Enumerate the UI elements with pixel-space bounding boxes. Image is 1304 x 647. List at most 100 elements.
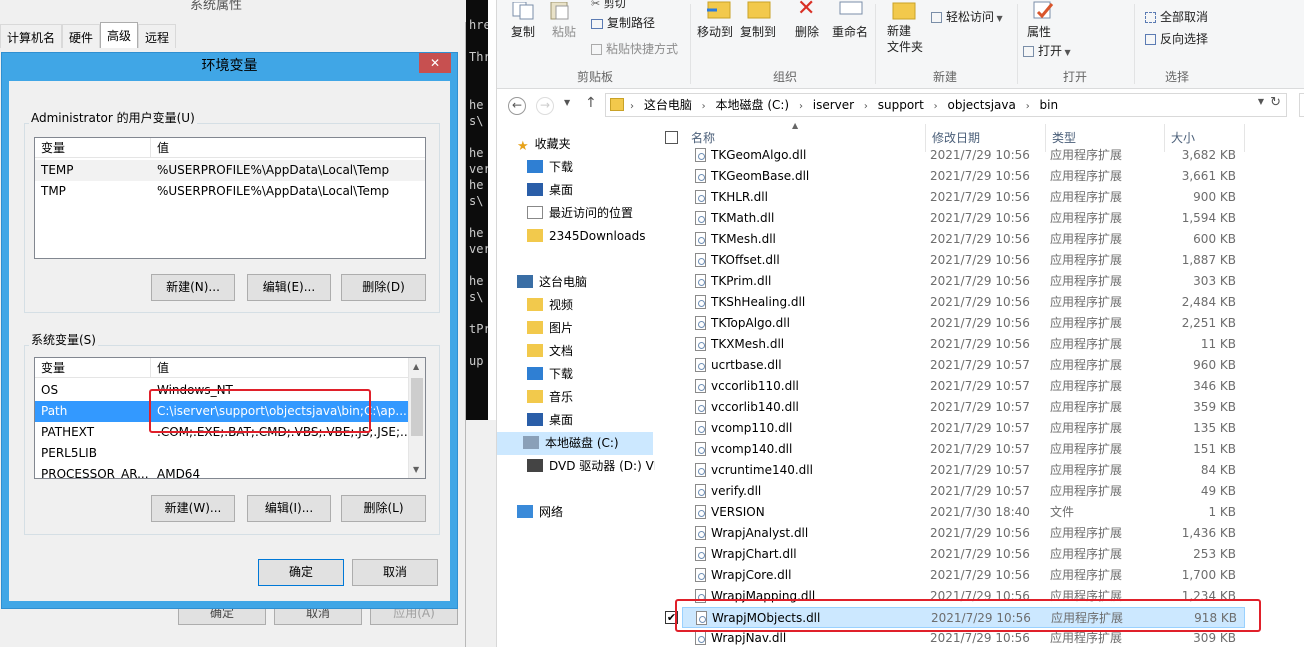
forward-button[interactable]: → bbox=[536, 97, 554, 115]
breadcrumb-item[interactable]: objectsjava bbox=[947, 98, 1015, 112]
nav-local-disk-c[interactable]: 本地磁盘 (C:) bbox=[497, 432, 653, 455]
easy-access-button[interactable]: 轻松访问 ▼ bbox=[931, 8, 1003, 25]
file-row[interactable]: TKMesh.dll 2021/7/29 10:56 应用程序扩展 600 KB bbox=[682, 229, 1245, 250]
system-delete-button[interactable]: 删除(L) bbox=[341, 495, 426, 522]
nav-pictures[interactable]: 图片 bbox=[527, 317, 573, 340]
file-name: ucrtbase.dll bbox=[695, 355, 782, 376]
breadcrumb-item[interactable]: 这台电脑 bbox=[644, 98, 692, 112]
invert-selection-button[interactable]: 反向选择 bbox=[1145, 30, 1208, 47]
nav-desktop[interactable]: 桌面 bbox=[527, 179, 573, 202]
scroll-down-icon[interactable]: ▼ bbox=[413, 465, 419, 474]
file-row[interactable]: vccorlib110.dll 2021/7/29 10:57 应用程序扩展 346 … bbox=[682, 376, 1245, 397]
user-edit-button[interactable]: 编辑(E)... bbox=[247, 274, 331, 301]
nav-videos[interactable]: 视频 bbox=[527, 294, 573, 317]
var-value: AMD64 bbox=[157, 467, 201, 479]
var-value: %USERPROFILE%\AppData\Local\Temp bbox=[157, 163, 390, 177]
new-folder-button[interactable]: 新建 文件夹 bbox=[887, 23, 923, 55]
open-button[interactable]: 打开 ▼ bbox=[1023, 42, 1071, 59]
file-row[interactable]: TKXMesh.dll 2021/7/29 10:56 应用程序扩展 11 KB bbox=[682, 334, 1245, 355]
breadcrumb-item[interactable]: iserver bbox=[813, 98, 854, 112]
file-row[interactable]: verify.dll 2021/7/29 10:57 应用程序扩展 49 KB bbox=[682, 481, 1245, 502]
cut-button[interactable]: ✂ 剪切 bbox=[591, 0, 626, 11]
nav-2345downloads[interactable]: 2345Downloads bbox=[527, 225, 645, 248]
copy-path-button[interactable]: 复制路径 bbox=[591, 14, 655, 31]
nav-recent[interactable]: 最近访问的位置 bbox=[527, 202, 633, 225]
file-row[interactable]: TKGeomAlgo.dll 2021/7/29 10:56 应用程序扩展 3,682… bbox=[682, 145, 1245, 166]
system-var-row[interactable]: PERL5LIB bbox=[35, 443, 425, 464]
col-value[interactable]: 值 bbox=[151, 138, 425, 158]
breadcrumb-item[interactable]: bin bbox=[1040, 98, 1059, 112]
up-button[interactable]: ↑ bbox=[585, 95, 597, 111]
close-button[interactable]: ✕ bbox=[419, 53, 451, 73]
file-row[interactable]: WrapjAnalyst.dll 2021/7/29 10:56 应用程序扩展 1,4… bbox=[682, 523, 1245, 544]
copy-button[interactable]: 复制 bbox=[511, 23, 535, 40]
nav-dvd-drive[interactable]: DVD 驱动器 (D:) VM bbox=[527, 455, 655, 478]
file-row[interactable]: VERSION 2021/7/30 18:40 文件 1 KB bbox=[682, 502, 1245, 523]
back-button[interactable]: ← bbox=[508, 97, 526, 115]
console-line: tPr bbox=[469, 322, 488, 336]
system-edit-button[interactable]: 编辑(I)... bbox=[247, 495, 331, 522]
nav-network[interactable]: 网络 bbox=[517, 501, 563, 524]
nav-documents[interactable]: 文档 bbox=[527, 340, 573, 363]
recent-locations-icon[interactable]: ▼ bbox=[564, 98, 570, 107]
file-row[interactable]: TKShHealing.dll 2021/7/29 10:56 应用程序扩展 2,48… bbox=[682, 292, 1245, 313]
dll-file-icon bbox=[695, 463, 706, 477]
file-row[interactable]: WrapjChart.dll 2021/7/29 10:56 应用程序扩展 253 K… bbox=[682, 544, 1245, 565]
file-row[interactable]: TKGeomBase.dll 2021/7/29 10:56 应用程序扩展 3,661… bbox=[682, 166, 1245, 187]
file-row[interactable]: vcruntime140.dll 2021/7/29 10:57 应用程序扩展 84 … bbox=[682, 460, 1245, 481]
dll-file-icon bbox=[695, 379, 706, 393]
file-name-text: WrapjNav.dll bbox=[711, 631, 787, 645]
cancel-button[interactable]: 取消 bbox=[352, 559, 438, 586]
tab-advanced[interactable]: 高级 bbox=[100, 22, 139, 48]
nav-downloads[interactable]: 下载 bbox=[527, 156, 573, 179]
nav-this-pc[interactable]: 这台电脑 bbox=[517, 271, 587, 294]
paste-button[interactable]: 粘贴 bbox=[552, 23, 576, 40]
system-new-button[interactable]: 新建(W)... bbox=[151, 495, 235, 522]
file-row[interactable]: TKMath.dll 2021/7/29 10:56 应用程序扩展 1,594 KB bbox=[682, 208, 1245, 229]
address-dropdown-icon[interactable]: ▼ bbox=[1258, 97, 1264, 106]
tab-remote[interactable]: 远程 bbox=[138, 24, 177, 48]
nav-pc-desktop[interactable]: 桌面 bbox=[527, 409, 573, 432]
scroll-up-icon[interactable]: ▲ bbox=[413, 362, 419, 371]
address-box[interactable]: › 这台电脑 › 本地磁盘 (C:) › iserver › support ›… bbox=[605, 93, 1287, 117]
nav-favorites[interactable]: ★ 收藏夹 bbox=[517, 133, 571, 156]
col-value[interactable]: 值 bbox=[151, 358, 409, 378]
file-row[interactable]: vcomp140.dll 2021/7/29 10:57 应用程序扩展 151 KB bbox=[682, 439, 1245, 460]
file-row[interactable]: TKTopAlgo.dll 2021/7/29 10:56 应用程序扩展 2,251 … bbox=[682, 313, 1245, 334]
select-none-button[interactable]: 全部取消 bbox=[1145, 8, 1208, 25]
paste-shortcut-button[interactable]: 粘贴快捷方式 bbox=[591, 40, 678, 57]
folder-icon bbox=[527, 229, 543, 242]
nav-pc-downloads[interactable]: 下载 bbox=[527, 363, 573, 386]
user-new-button[interactable]: 新建(N)... bbox=[151, 274, 235, 301]
breadcrumb-item[interactable]: 本地磁盘 (C:) bbox=[716, 98, 790, 112]
file-row[interactable]: ucrtbase.dll 2021/7/29 10:57 应用程序扩展 960 KB bbox=[682, 355, 1245, 376]
system-vars-scrollbar[interactable]: ▲ ▼ bbox=[408, 358, 425, 478]
dll-file-icon bbox=[695, 400, 706, 414]
col-variable[interactable]: 变量 bbox=[35, 138, 151, 158]
user-vars-list[interactable]: 变量 值 TEMP %USERPROFILE%\AppData\Local\Te… bbox=[34, 137, 426, 259]
tab-computer-name[interactable]: 计算机名 bbox=[0, 24, 63, 48]
file-row[interactable]: WrapjCore.dll 2021/7/29 10:56 应用程序扩展 1,700 … bbox=[682, 565, 1245, 586]
col-variable[interactable]: 变量 bbox=[35, 358, 151, 378]
properties-button[interactable]: 属性 bbox=[1027, 23, 1051, 40]
file-row[interactable]: vccorlib140.dll 2021/7/29 10:57 应用程序扩展 359 … bbox=[682, 397, 1245, 418]
search-box[interactable] bbox=[1299, 93, 1304, 117]
file-row[interactable]: TKHLR.dll 2021/7/29 10:56 应用程序扩展 900 KB bbox=[682, 187, 1245, 208]
copy-to-button[interactable]: 复制到 bbox=[740, 23, 776, 40]
user-delete-button[interactable]: 删除(D) bbox=[341, 274, 426, 301]
ok-button[interactable]: 确定 bbox=[258, 559, 344, 586]
breadcrumb-item[interactable]: support bbox=[878, 98, 924, 112]
file-row[interactable]: vcomp110.dll 2021/7/29 10:57 应用程序扩展 135 KB bbox=[682, 418, 1245, 439]
tab-hardware[interactable]: 硬件 bbox=[62, 24, 101, 48]
move-to-button[interactable]: 移动到 bbox=[697, 23, 733, 40]
file-row[interactable]: TKOffset.dll 2021/7/29 10:56 应用程序扩展 1,887 K… bbox=[682, 250, 1245, 271]
user-var-row[interactable]: TEMP %USERPROFILE%\AppData\Local\Temp bbox=[35, 160, 425, 181]
system-var-row[interactable]: PROCESSOR_AR... AMD64 bbox=[35, 464, 425, 479]
refresh-icon[interactable]: ↻ bbox=[1270, 95, 1281, 110]
file-row[interactable]: TKPrim.dll 2021/7/29 10:56 应用程序扩展 303 KB bbox=[682, 271, 1245, 292]
scroll-thumb[interactable] bbox=[411, 378, 423, 436]
delete-button[interactable]: 删除 bbox=[795, 23, 819, 40]
user-var-row[interactable]: TMP %USERPROFILE%\AppData\Local\Temp bbox=[35, 181, 425, 202]
nav-music[interactable]: 音乐 bbox=[527, 386, 573, 409]
rename-button[interactable]: 重命名 bbox=[832, 23, 868, 40]
